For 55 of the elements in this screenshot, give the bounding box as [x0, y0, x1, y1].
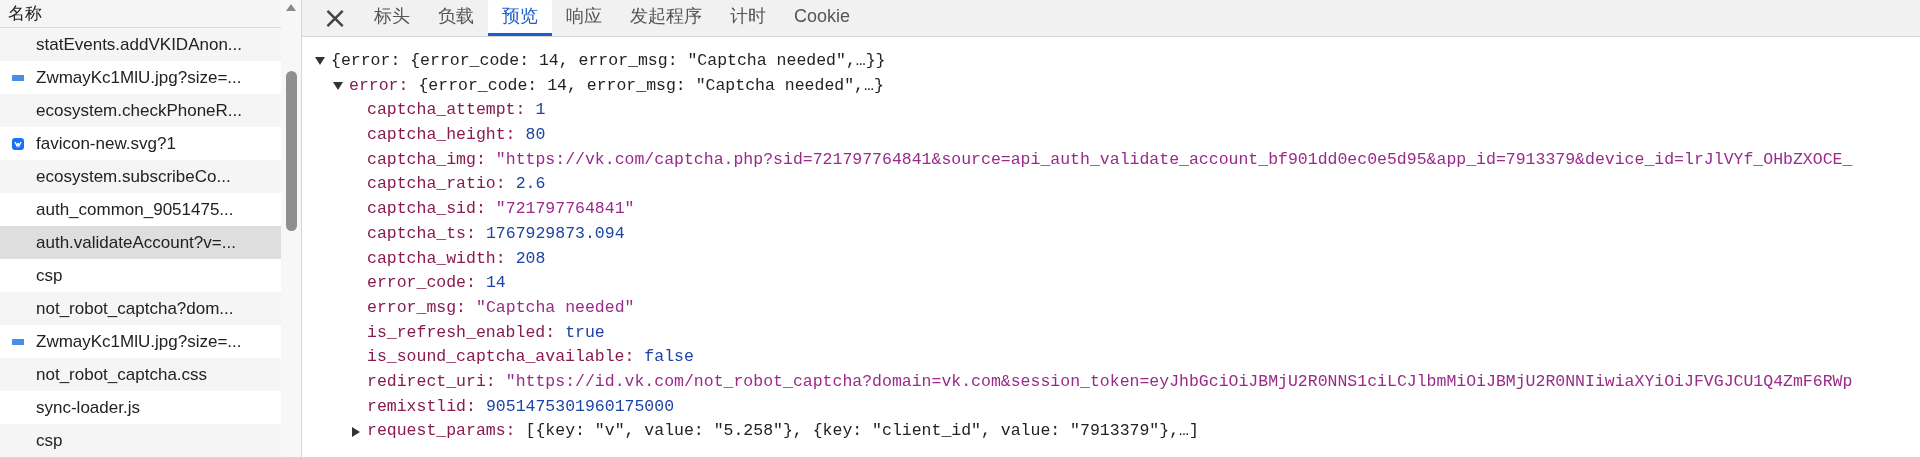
property-value: "721797764841"	[495, 198, 635, 221]
collapse-triangle-icon[interactable]	[351, 426, 361, 437]
image-file-icon	[12, 74, 24, 81]
tab[interactable]: Cookie	[780, 0, 865, 36]
property-value: "https://id.vk.com/not_robot_captcha?domain=vk.com&session_token=eyJhbGciOiJBMjU2R0NNS1ciLCJlbmMiOiJBMjU2R0NNIiwiaXYiOiJFVGJCU1Q4ZmF6RWp	[505, 370, 1853, 393]
request-row[interactable]: ecosystem.checkPhoneR...	[0, 94, 282, 127]
property-value: 1	[535, 99, 546, 122]
property-key: redirect_uri:	[367, 369, 496, 395]
property-key: remixstlid:	[367, 394, 476, 420]
property-value: 208	[515, 247, 546, 270]
property-value: 80	[525, 124, 546, 147]
scroll-up-icon[interactable]	[286, 4, 297, 11]
property-value: true	[565, 321, 605, 344]
property-key: captcha_ratio:	[367, 172, 506, 198]
request-row[interactable]: statEvents.addVKIDAnon...	[0, 28, 282, 61]
request-row[interactable]: auth.validateAccount?v=...	[0, 226, 282, 259]
tab[interactable]: 发起程序	[616, 0, 716, 36]
property-key: captcha_attempt:	[367, 98, 526, 124]
property-value: 2.6	[515, 173, 546, 196]
request-row[interactable]: not_robot_captcha?dom...	[0, 292, 282, 325]
tab[interactable]: 计时	[716, 0, 780, 36]
property-key: error_code:	[367, 271, 476, 296]
property-value: 1767929873.094	[485, 222, 625, 245]
scrollbar-thumb[interactable]	[285, 71, 297, 231]
property-value: "Captcha needed"	[476, 296, 635, 319]
property-key: captcha_ts:	[367, 221, 476, 247]
expand-triangle-icon[interactable]	[333, 81, 343, 92]
property-key: captcha_img:	[367, 147, 486, 173]
request-row[interactable]: not_robot_captcha.css	[0, 358, 282, 391]
tab[interactable]: 负载	[424, 0, 488, 36]
tab[interactable]: 响应	[552, 0, 616, 36]
property-value: 14	[485, 272, 506, 295]
property-key: request_params:	[367, 419, 516, 444]
property-key: is_sound_captcha_available:	[367, 345, 635, 370]
property-key: error_msg:	[367, 295, 467, 321]
object-summary: [{key: "v", value: "5.258"}, {key: "client_id", value: "7913379"},…]	[525, 420, 1199, 443]
request-row[interactable]: ecosystem.subscribeCo...	[0, 160, 282, 193]
property-value: "https://vk.com/captcha.php?sid=721797764841&source=api_auth_validate_account_bf901dd0ec0e5d95&app_id=7913379&device_id=lrJlVYf_OHbZXOCE_	[495, 148, 1853, 171]
favicon-icon	[12, 137, 24, 150]
property-key: error:	[349, 73, 409, 99]
property-value: 9051475301960175000	[485, 395, 675, 418]
expand-triangle-icon[interactable]	[315, 56, 325, 67]
close-button[interactable]: ×	[320, 0, 350, 36]
object-summary: {error: {error_code: 14, error_msg: "Captcha needed",…}}	[331, 50, 886, 72]
column-header[interactable]: 名称	[0, 0, 282, 28]
property-key: captcha_width:	[367, 246, 506, 272]
property-key: captcha_height:	[367, 123, 516, 148]
property-value: false	[644, 346, 694, 369]
tab[interactable]: 标头	[360, 0, 424, 36]
property-key: captcha_sid:	[367, 197, 486, 222]
request-row[interactable]: csp	[0, 424, 282, 457]
image-file-icon	[12, 338, 24, 345]
tab[interactable]: 预览	[488, 0, 552, 36]
object-summary: {error_code: 14, error_msg: "Captcha needed",…}	[418, 74, 884, 97]
property-key: is_refresh_enabled:	[367, 320, 556, 346]
